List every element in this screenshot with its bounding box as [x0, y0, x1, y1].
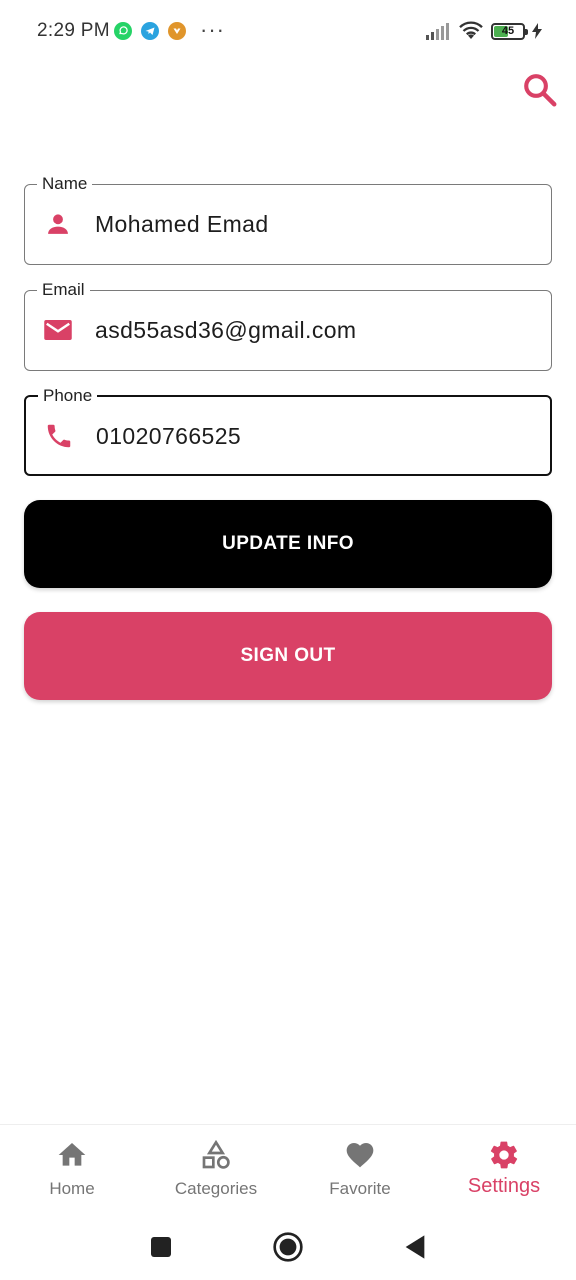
- email-field-label: Email: [37, 279, 90, 301]
- wifi-icon: [459, 21, 483, 39]
- phone-field[interactable]: Phone: [24, 385, 552, 476]
- person-icon: [43, 209, 73, 239]
- update-info-button[interactable]: UPDATE INFO: [24, 500, 552, 588]
- notification-icons: [114, 22, 186, 40]
- back-button[interactable]: [398, 1230, 432, 1264]
- whatsapp-icon: [114, 22, 132, 40]
- status-time: 2:29 PM: [37, 20, 110, 41]
- nav-label-favorite: Favorite: [329, 1179, 391, 1198]
- phone-icon: [44, 421, 74, 451]
- gear-icon: [488, 1139, 520, 1171]
- telegram-icon: [141, 22, 159, 40]
- status-bar: 2:29 PM ··· 45: [0, 0, 576, 62]
- home-icon: [56, 1139, 88, 1171]
- nav-item-categories[interactable]: Categories: [144, 1125, 288, 1217]
- email-field[interactable]: Email: [24, 279, 552, 371]
- category-icon: [200, 1139, 232, 1171]
- mail-icon: [43, 315, 73, 345]
- system-navigation-bar: [0, 1216, 576, 1280]
- battery-level: 45: [501, 25, 515, 37]
- system-indicators: 45: [425, 21, 542, 41]
- email-input[interactable]: [95, 317, 525, 344]
- nav-item-home[interactable]: Home: [0, 1125, 144, 1217]
- heart-icon: [344, 1139, 376, 1171]
- bottom-navigation: Home Categories Favorite Settings: [0, 1124, 576, 1216]
- nav-label-settings: Settings: [467, 1175, 541, 1197]
- phone-field-label: Phone: [38, 385, 98, 407]
- search-button[interactable]: [518, 68, 562, 112]
- more-notifications-icon: ···: [200, 17, 225, 42]
- square-icon: [151, 1237, 171, 1257]
- back-triangle-icon: [405, 1235, 425, 1259]
- nav-item-favorite[interactable]: Favorite: [288, 1125, 432, 1217]
- signal-icon: [426, 23, 449, 40]
- app-notification-icon: [168, 22, 186, 40]
- search-icon: [524, 74, 557, 107]
- name-field[interactable]: Name: [24, 173, 552, 265]
- home-system-button[interactable]: [271, 1230, 305, 1264]
- nav-label-categories: Categories: [174, 1179, 258, 1198]
- name-field-label: Name: [37, 173, 93, 195]
- settings-screen: 2:29 PM ··· 45 Name Mohamed Emad Email a…: [0, 0, 576, 1280]
- nav-item-settings[interactable]: Settings: [432, 1125, 576, 1217]
- phone-input[interactable]: [96, 423, 526, 450]
- name-input[interactable]: [95, 211, 525, 238]
- battery-icon: 45: [491, 22, 528, 40]
- recents-button[interactable]: [144, 1230, 178, 1264]
- nav-label-home: Home: [49, 1179, 95, 1198]
- charging-icon: [532, 23, 542, 39]
- circle-icon: [273, 1232, 303, 1262]
- sign-out-button[interactable]: SIGN OUT: [24, 612, 552, 700]
